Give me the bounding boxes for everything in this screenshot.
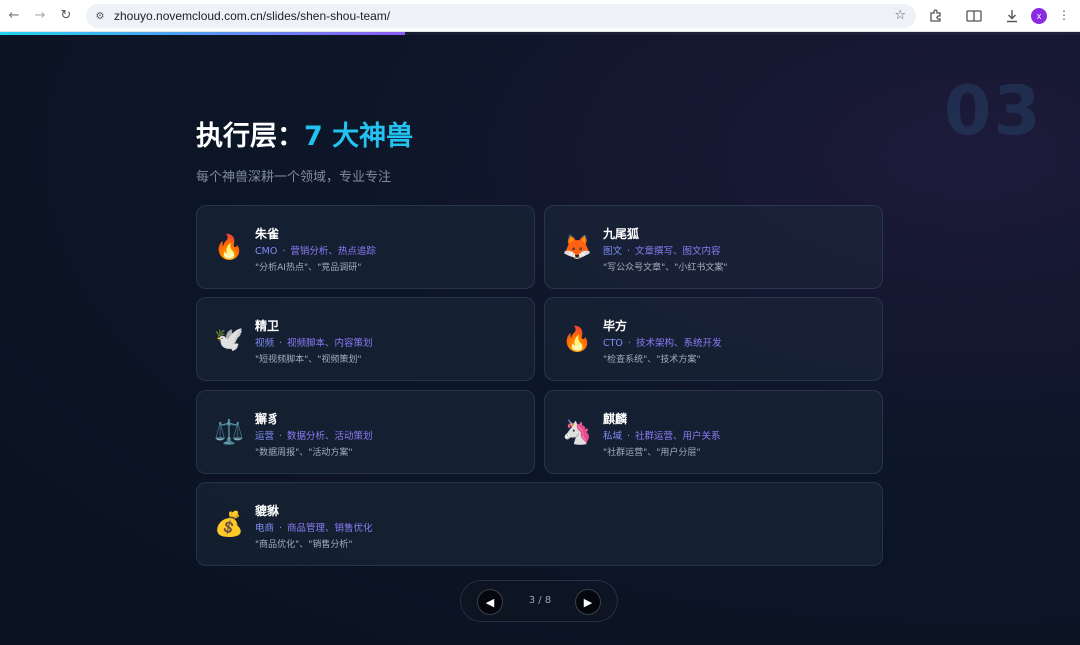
- more-vertical-icon[interactable]: ⋮: [1058, 8, 1070, 22]
- separator-dot: ·: [627, 246, 631, 257]
- beast-examples: "短视频脚本"、"视频策划": [255, 355, 362, 365]
- progress-fill: [0, 32, 405, 35]
- beast-role: 电商 · 商品管理、销售优化: [255, 520, 373, 534]
- slide: 03 执行层：7 大神兽 每个神兽深耕一个领域，专业专注 🔥 朱雀 CMO · 营销分析…: [0, 32, 1080, 645]
- fire-icon: 🔥: [562, 325, 592, 353]
- beast-card: 💰 貔貅电商 · 商品管理、销售优化 "商品优化"、"销售分析": [196, 482, 883, 566]
- role-skills: 视频脚本、内容策划: [287, 338, 373, 349]
- browser-toolbar: ← → ↻ ⚙ zhouyo.novemcloud.com.cn/slides/…: [0, 0, 1080, 32]
- fox-icon: 🦊: [562, 233, 592, 261]
- star-icon[interactable]: ☆: [894, 8, 906, 23]
- separator-dot: ·: [279, 431, 283, 442]
- beast-role: 运营 · 数据分析、活动策划: [255, 428, 373, 442]
- title-prefix: 执行层：: [196, 121, 304, 152]
- beast-name: 獬豸: [255, 412, 280, 426]
- beast-examples: "检查系统"、"技术方案": [603, 355, 701, 365]
- avatar[interactable]: x: [1031, 8, 1047, 24]
- arrow-right-icon[interactable]: →: [30, 6, 50, 26]
- arrow-left-icon[interactable]: ←: [4, 6, 24, 26]
- beast-card: 🔥 朱雀 CMO · 营销分析、热点追踪 "分析AI热点"、"竞品调研": [196, 205, 535, 289]
- beast-card: 🕊️ 精卫视频 · 视频脚本、内容策划 "短视频脚本"、"视频策划": [196, 297, 535, 381]
- url-text[interactable]: zhouyo.novemcloud.com.cn/slides/shen-sho…: [114, 9, 390, 23]
- title-accent: 7 大神兽: [304, 121, 414, 152]
- role-skills: 营销分析、热点追踪: [290, 246, 376, 257]
- beast-role: CTO · 技术架构、系统开发: [603, 335, 721, 349]
- beast-name: 貔貅: [255, 504, 280, 518]
- page-indicator: 3 / 8: [528, 595, 552, 606]
- beast-name: 精卫: [255, 319, 280, 333]
- scales-icon: ⚖️: [214, 418, 244, 446]
- role-title: CMO: [255, 246, 278, 257]
- beast-examples: "分析AI热点"、"竞品调研": [255, 263, 362, 273]
- beast-card: 🦄 麒麟私域 · 社群运营、用户关系 "社群运营"、"用户分层": [544, 390, 883, 474]
- slide-title: 执行层：7 大神兽: [196, 114, 413, 153]
- beast-role: 视频 · 视频脚本、内容策划: [255, 335, 373, 349]
- slide-subtitle: 每个神兽深耕一个领域，专业专注: [196, 170, 392, 185]
- role-title: CTO: [603, 338, 623, 349]
- role-skills: 技术架构、系统开发: [635, 338, 722, 349]
- puzzle-icon[interactable]: [926, 6, 946, 26]
- slide-pager: ◀ 3 / 8 ▶: [460, 580, 618, 622]
- beast-name: 毕方: [603, 319, 628, 333]
- progress-bar: [0, 32, 1080, 35]
- address-bar[interactable]: ⚙ zhouyo.novemcloud.com.cn/slides/shen-s…: [86, 4, 916, 28]
- reload-icon[interactable]: ↻: [56, 6, 76, 26]
- reading-mode-icon[interactable]: [964, 6, 984, 26]
- unicorn-icon: 🦄: [562, 418, 592, 446]
- dove-icon: 🕊️: [214, 325, 244, 353]
- tune-icon[interactable]: ⚙: [92, 8, 108, 24]
- separator-dot: ·: [627, 338, 631, 349]
- beast-card: 🔥 毕方 CTO · 技术架构、系统开发 "检查系统"、"技术方案": [544, 297, 883, 381]
- beast-examples: "数据周报"、"活动方案": [255, 448, 353, 458]
- beast-card: ⚖️ 獬豸运营 · 数据分析、活动策划 "数据周报"、"活动方案": [196, 390, 535, 474]
- role-title: 私域: [603, 431, 623, 442]
- beast-examples: "社群运营"、"用户分层": [603, 448, 701, 458]
- role-title: 运营: [255, 431, 275, 442]
- beast-role: CMO · 营销分析、热点追踪: [255, 243, 376, 257]
- beast-role: 私域 · 社群运营、用户关系: [603, 428, 721, 442]
- separator-dot: ·: [627, 431, 631, 442]
- separator-dot: ·: [279, 523, 283, 534]
- role-skills: 文章撰写、图文内容: [635, 246, 721, 257]
- beast-examples: "写公众号文章"、"小红书文案": [603, 263, 728, 273]
- role-skills: 商品管理、销售优化: [287, 523, 373, 534]
- slide-section-number: 03: [944, 72, 1043, 151]
- beast-role: 图文 · 文章撰写、图文内容: [603, 243, 721, 257]
- separator-dot: ·: [279, 338, 283, 349]
- triangle-right-icon[interactable]: ▶: [575, 589, 601, 615]
- beast-examples: "商品优化"、"销售分析": [255, 540, 353, 550]
- role-title: 电商: [255, 523, 275, 534]
- beast-name: 朱雀: [255, 227, 280, 241]
- role-skills: 数据分析、活动策划: [287, 431, 373, 442]
- beast-card: 🦊 九尾狐图文 · 文章撰写、图文内容 "写公众号文章"、"小红书文案": [544, 205, 883, 289]
- triangle-left-icon[interactable]: ◀: [477, 589, 503, 615]
- role-title: 视频: [255, 338, 275, 349]
- money-bag-icon: 💰: [214, 510, 244, 538]
- role-skills: 社群运营、用户关系: [635, 431, 721, 442]
- beast-name: 麒麟: [603, 412, 628, 426]
- separator-dot: ·: [282, 246, 286, 257]
- fire-icon: 🔥: [214, 233, 244, 261]
- beast-name: 九尾狐: [603, 227, 640, 241]
- download-icon[interactable]: [1002, 6, 1022, 26]
- role-title: 图文: [603, 246, 623, 257]
